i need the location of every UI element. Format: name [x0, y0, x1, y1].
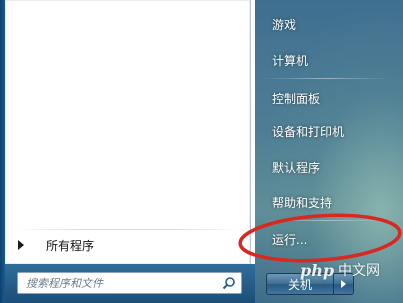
- menu-item-help-support[interactable]: 帮助和支持: [264, 190, 394, 214]
- menu-item-games[interactable]: 游戏: [264, 12, 394, 36]
- watermark-text: 中文网: [338, 263, 381, 279]
- menu-item-devices-printers[interactable]: 设备和打印机: [264, 119, 394, 143]
- all-programs-label: 所有程序: [46, 238, 95, 253]
- menu-separator: [262, 78, 390, 79]
- all-programs-item[interactable]: 所有程序: [12, 234, 244, 256]
- watermark-brand: php: [300, 260, 335, 280]
- programs-pane: [5, 0, 251, 264]
- menu-item-control-panel[interactable]: 控制面板: [264, 86, 394, 110]
- all-programs-separator: [14, 229, 242, 230]
- menu-item-label: 帮助和支持: [272, 195, 333, 210]
- watermark: php 中文网: [300, 258, 403, 282]
- start-menu: 所有程序 游戏 计算机 控制面板 设备和打印机 默认程序 帮助和支持 运行...…: [0, 0, 403, 303]
- menu-item-label: 设备和打印机: [272, 124, 345, 139]
- annotation-ellipse: [238, 213, 402, 263]
- menu-item-label: 控制面板: [272, 91, 321, 106]
- search-box[interactable]: [17, 272, 242, 294]
- search-icon[interactable]: [222, 276, 236, 290]
- triangle-right-icon: [18, 240, 24, 250]
- search-input[interactable]: [26, 275, 216, 291]
- menu-item-label: 游戏: [272, 17, 297, 32]
- menu-item-label: 计算机: [272, 53, 309, 68]
- menu-item-label: 默认程序: [272, 160, 321, 175]
- menu-item-computer[interactable]: 计算机: [264, 48, 394, 72]
- menu-item-default-programs[interactable]: 默认程序: [264, 155, 394, 179]
